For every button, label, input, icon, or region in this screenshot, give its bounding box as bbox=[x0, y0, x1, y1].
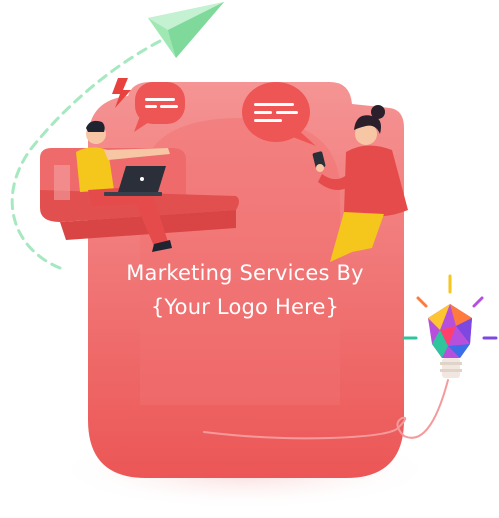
hand bbox=[316, 164, 324, 172]
paper-plane-icon bbox=[148, 2, 224, 58]
headline: Marketing Services By {Your Logo Here} bbox=[95, 256, 395, 324]
headline-line-1: Marketing Services By bbox=[126, 261, 364, 285]
lightbulb-icon bbox=[402, 274, 498, 378]
marketing-illustration: Marketing Services By {Your Logo Here} bbox=[0, 0, 499, 518]
headline-line-2: {Your Logo Here} bbox=[150, 295, 340, 319]
